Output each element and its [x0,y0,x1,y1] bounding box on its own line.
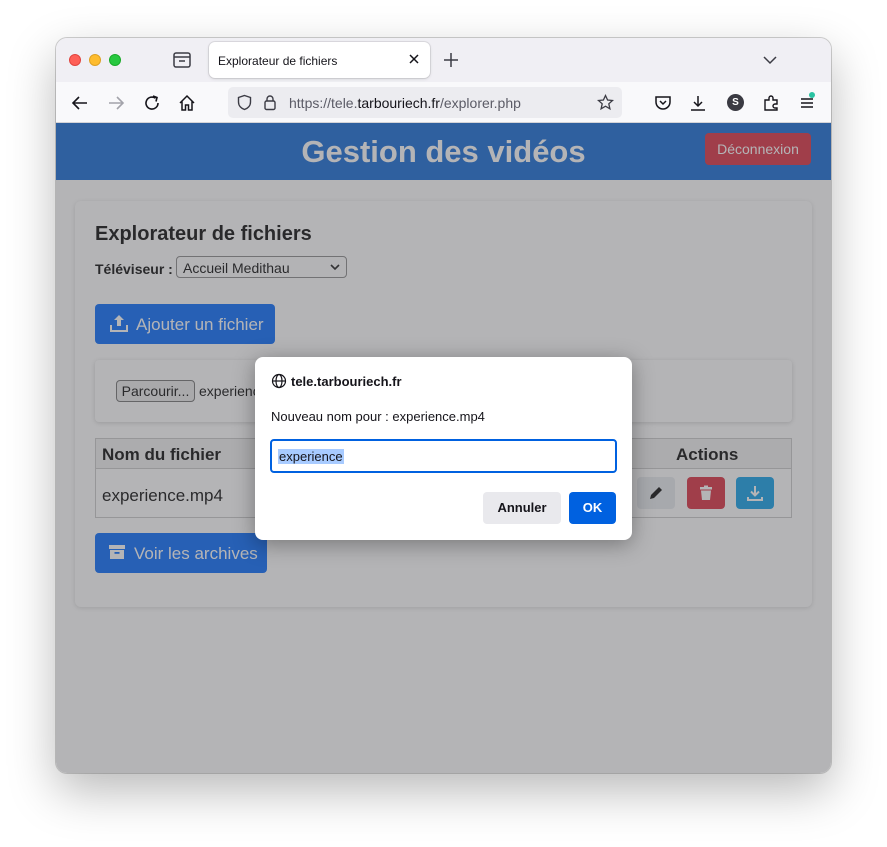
update-badge [809,92,815,98]
minimize-window-button[interactable] [89,54,101,66]
new-tab-icon[interactable] [442,51,460,69]
dialog-message: Nouveau nom pour : experience.mp4 [271,409,485,424]
dialog-host: tele.tarbouriech.fr [291,374,402,389]
url-path: /explorer.php [439,95,521,111]
tab-active[interactable]: Explorateur de fichiers [209,42,430,78]
close-tab-icon[interactable] [407,52,421,66]
page-content: Gestion des vidéos Déconnexion Explorate… [56,123,831,773]
rename-input[interactable]: experience [270,439,617,473]
ok-button[interactable]: OK [569,492,616,524]
tab-groups-icon[interactable] [172,51,192,69]
extensions-icon[interactable] [761,93,781,113]
bookmark-star-icon[interactable] [597,94,614,111]
lock-icon[interactable] [262,94,278,111]
navigation-bar: https://tele.tarbouriech.fr/explorer.php… [56,82,831,123]
maximize-window-button[interactable] [109,54,121,66]
cancel-button[interactable]: Annuler [483,492,561,524]
url-domain: tarbouriech.fr [357,95,440,111]
globe-icon [271,373,287,389]
account-avatar[interactable]: S [727,94,744,111]
reload-icon[interactable] [142,93,162,113]
shield-icon[interactable] [236,94,253,111]
url-text[interactable]: https://tele.tarbouriech.fr/explorer.php [289,95,521,111]
tab-strip: Explorateur de fichiers [56,38,831,82]
back-arrow-icon[interactable] [70,93,90,113]
rename-input-value: experience [278,449,344,464]
url-prefix: https://tele. [289,95,358,111]
pocket-icon[interactable] [653,93,673,113]
browser-window: Explorateur de fichiers https://tele.tar… [56,38,831,773]
tab-title: Explorateur de fichiers [218,54,338,68]
address-bar[interactable]: https://tele.tarbouriech.fr/explorer.php [228,87,622,118]
chevron-down-icon[interactable] [762,52,778,68]
home-icon[interactable] [177,93,197,113]
downloads-icon[interactable] [688,93,708,113]
close-window-button[interactable] [69,54,81,66]
rename-prompt-dialog: tele.tarbouriech.fr Nouveau nom pour : e… [255,357,632,540]
forward-arrow-icon[interactable] [106,93,126,113]
